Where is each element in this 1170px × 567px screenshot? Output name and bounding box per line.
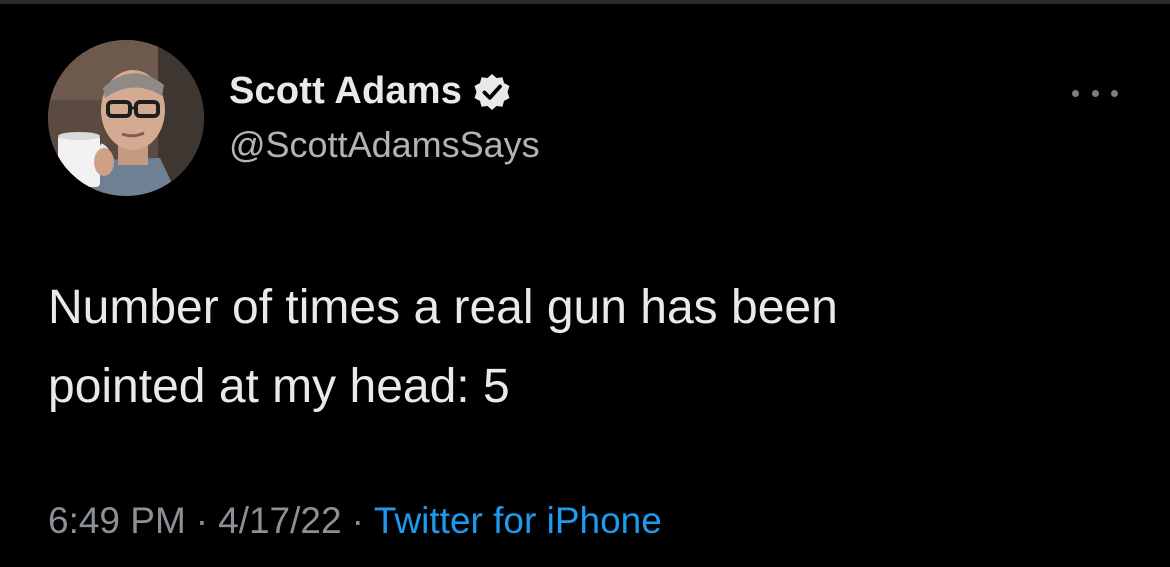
separator-dot: ·	[195, 500, 209, 541]
tweet-text: Number of times a real gun has been poin…	[48, 281, 838, 413]
verified-badge-icon	[474, 73, 510, 110]
more-horizontal-icon-dot	[1111, 89, 1118, 97]
tweet-date[interactable]: 4/17/22	[218, 500, 341, 542]
tweet-metadata: 6:49 PM · 4/17/22 · Twitter for iPhone	[48, 500, 662, 542]
profile-photo-icon	[48, 40, 204, 196]
avatar[interactable]	[48, 40, 204, 196]
author-display-name[interactable]: Scott Adams	[229, 70, 462, 113]
more-horizontal-icon-dot	[1072, 89, 1079, 97]
author-handle[interactable]: @ScottAdamsSays	[229, 124, 540, 166]
more-horizontal-icon-dot	[1091, 89, 1099, 97]
more-options-button[interactable]	[1072, 85, 1118, 101]
separator-dot: ·	[351, 500, 364, 541]
author-name-row[interactable]: Scott Adams	[229, 70, 512, 113]
tweet-source-link[interactable]: Twitter for iPhone	[374, 500, 662, 542]
tweet-time[interactable]: 6:49 PM	[48, 500, 186, 542]
top-divider	[0, 0, 1170, 4]
